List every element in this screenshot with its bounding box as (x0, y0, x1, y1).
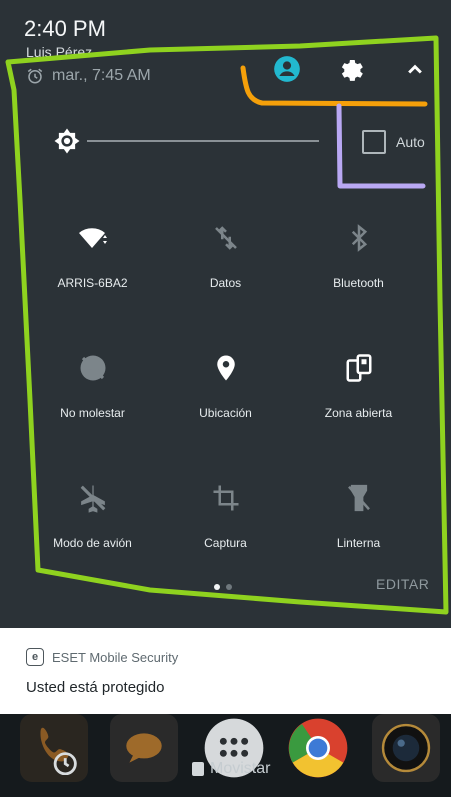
owner-name: Luis Pérez (26, 44, 93, 60)
status-time: 2:40 PM (24, 16, 106, 41)
quick-tiles-grid: ARRIS-6BA2 Datos Bluetooth No molestar U… (26, 210, 426, 560)
tile-label: ARRIS-6BA2 (57, 276, 128, 290)
do-not-disturb-icon (75, 350, 111, 386)
tile-capture[interactable]: Captura (159, 470, 292, 560)
header-icons (270, 52, 432, 86)
tile-label: No molestar (60, 406, 125, 420)
tile-label: Zona abierta (324, 406, 393, 420)
next-alarm[interactable]: mar., 7:45 AM (26, 67, 151, 85)
carrier-label: Movistar (192, 760, 270, 778)
alarm-clock-icon (27, 68, 43, 84)
chrome-icon[interactable] (284, 714, 352, 782)
eset-icon: e (26, 648, 44, 666)
edit-button[interactable]: EDITAR (376, 576, 429, 592)
tile-bluetooth[interactable]: Bluetooth (292, 210, 425, 300)
brightness-slider[interactable] (52, 126, 362, 156)
carrier-name: Movistar (210, 760, 271, 777)
crop-icon (208, 480, 244, 516)
tile-hotspot[interactable]: Zona abierta (292, 340, 425, 430)
page-dot-2 (226, 584, 232, 590)
phone-icon[interactable] (20, 714, 88, 782)
tile-label: Bluetooth (333, 276, 384, 290)
tile-label: Linterna (336, 536, 381, 550)
messages-icon[interactable] (110, 714, 178, 782)
airplane-icon (75, 480, 111, 516)
notification-text: Usted está protegido (26, 679, 165, 696)
brightness-track[interactable] (87, 140, 319, 142)
hotspot-icon (341, 350, 377, 386)
tile-do-not-disturb[interactable]: No molestar (26, 340, 159, 430)
tile-airplane[interactable]: Modo de avión (26, 470, 159, 560)
tile-label: Captura (204, 536, 247, 550)
page-dot-1 (214, 584, 220, 590)
tile-label: Ubicación (199, 406, 252, 420)
auto-brightness-label: Auto (396, 134, 425, 150)
camera-icon[interactable] (372, 714, 440, 782)
page-indicator (214, 584, 232, 590)
tile-wifi[interactable]: ARRIS-6BA2 (26, 210, 159, 300)
bluetooth-icon (341, 220, 377, 256)
auto-brightness[interactable]: Auto (362, 130, 425, 154)
location-pin-icon (208, 350, 244, 386)
tile-label: Datos (209, 276, 242, 290)
wifi-icon (75, 220, 111, 256)
eset-notification[interactable]: e ESET Mobile Security Usted está proteg… (0, 628, 451, 714)
sim-card-icon (192, 762, 204, 776)
data-off-icon (208, 220, 244, 256)
tile-flashlight[interactable]: Linterna (292, 470, 425, 560)
notification-app-row: e ESET Mobile Security (26, 648, 178, 666)
brightness-icon (54, 128, 80, 154)
tile-location[interactable]: Ubicación (159, 340, 292, 430)
tile-data[interactable]: Datos (159, 210, 292, 300)
auto-brightness-checkbox[interactable] (362, 130, 386, 154)
notification-app-name: ESET Mobile Security (52, 649, 179, 665)
alarm-text: mar., 7:45 AM (52, 67, 151, 84)
flashlight-icon (341, 480, 377, 516)
tile-label: Modo de avión (53, 536, 132, 550)
user-icon[interactable] (270, 52, 304, 86)
quick-settings-panel: 2:40 PM Luis Pérez mar., 7:45 AM Auto AR… (0, 0, 451, 628)
chevron-up-icon[interactable] (398, 52, 432, 86)
home-dock: Movistar (0, 714, 451, 797)
gear-icon[interactable] (334, 52, 368, 86)
